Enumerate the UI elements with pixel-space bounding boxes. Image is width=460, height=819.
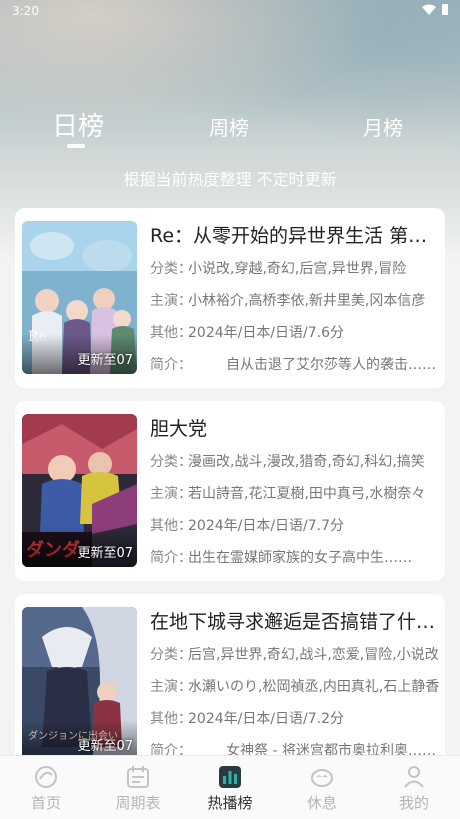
other-label: 其他： bbox=[150, 518, 192, 534]
anime-card[interactable]: ダンジョンに出会い 更新至07 在地下城寻求邂逅是否搞错了什么 第五季 分类： … bbox=[15, 594, 445, 774]
category-value: 漫画改,战斗,漫改,猎奇,奇幻,科幻,搞笑 bbox=[188, 454, 425, 470]
other-row: 其他： 2024年/日本/日语/7.7分 bbox=[150, 513, 440, 539]
intro-label: 简介： bbox=[150, 357, 192, 373]
ranking-tabs: 日榜 周榜 月榜 bbox=[0, 104, 460, 154]
cast-value: 水瀬いのり,松岡禎丞,内田真礼,石上静香 bbox=[188, 679, 440, 695]
calendar-icon bbox=[127, 766, 149, 788]
anime-title[interactable]: 胆大党 bbox=[150, 415, 440, 443]
poster-image[interactable]: ダンダ 更新至07 bbox=[22, 414, 137, 567]
anime-card[interactable]: Re 更新至07 Re：从零开始的异世界生活 第三季 分类： 小说改,穿越,奇幻… bbox=[15, 208, 445, 388]
anime-info: 胆大党 分类： 漫画改,战斗,漫改,猎奇,奇幻,科幻,搞笑 主演： 若山詩音,花… bbox=[150, 415, 440, 571]
intro-value: 出生在霊媒師家族的女子高中生…… bbox=[188, 550, 412, 566]
nav-schedule-label: 周期表 bbox=[115, 794, 161, 812]
cast-label: 主演： bbox=[150, 293, 192, 309]
bottom-nav: 首页 周期表 热播榜 休息 我的 bbox=[0, 755, 460, 819]
tab-monthly[interactable]: 月榜 bbox=[363, 112, 403, 141]
cast-label: 主演： bbox=[150, 486, 192, 502]
category-row: 分类： 小说改,穿越,奇幻,后宫,异世界,冒险 bbox=[150, 256, 440, 282]
poster-image[interactable]: ダンジョンに出会い 更新至07 bbox=[22, 607, 137, 760]
cast-row: 主演： 水瀬いのり,松岡禎丞,内田真礼,石上静香 bbox=[150, 674, 440, 700]
other-row: 其他： 2024年/日本/日语/7.6分 bbox=[150, 320, 440, 346]
status-bar: 3:20 bbox=[0, 0, 460, 22]
cast-row: 主演： 小林裕介,高桥李依,新井里美,冈本信彦 bbox=[150, 288, 440, 314]
category-value: 后宫,异世界,奇幻,战斗,恋爱,冒险,小说改 bbox=[188, 647, 439, 663]
intro-value: 自从击退了艾尔莎等人的袭击…… bbox=[226, 357, 436, 373]
cast-value: 若山詩音,花江夏樹,田中真弓,水樹奈々 bbox=[188, 486, 426, 502]
anime-title[interactable]: Re：从零开始的异世界生活 第三季 bbox=[150, 222, 440, 250]
nav-profile[interactable]: 我的 bbox=[368, 756, 460, 819]
nav-hot-label: 热播榜 bbox=[207, 794, 253, 812]
intro-row: 简介： 出生在霊媒師家族的女子高中生…… bbox=[150, 545, 440, 571]
nav-home-label: 首页 bbox=[30, 794, 61, 812]
episode-badge: 更新至07 bbox=[77, 353, 133, 368]
poster-image[interactable]: Re 更新至07 bbox=[22, 221, 137, 374]
other-value: 2024年/日本/日语/7.2分 bbox=[188, 711, 345, 727]
tab-indicator bbox=[67, 144, 85, 148]
intro-label: 简介： bbox=[150, 550, 192, 566]
nav-rest[interactable]: 休息 bbox=[276, 756, 368, 819]
page-subtitle: 根据当前热度整理 不定时更新 bbox=[123, 170, 337, 189]
anime-info: Re：从零开始的异世界生活 第三季 分类： 小说改,穿越,奇幻,后宫,异世界,冒… bbox=[150, 222, 440, 378]
wifi-icon bbox=[422, 4, 436, 15]
episode-badge: 更新至07 bbox=[77, 546, 133, 561]
category-label: 分类： bbox=[150, 454, 192, 470]
other-label: 其他： bbox=[150, 711, 192, 727]
category-row: 分类： 后宫,异世界,奇幻,战斗,恋爱,冒险,小说改 bbox=[150, 642, 440, 668]
home-icon bbox=[35, 766, 57, 788]
category-value: 小说改,穿越,奇幻,后宫,异世界,冒险 bbox=[188, 261, 407, 277]
other-label: 其他： bbox=[150, 325, 192, 341]
category-label: 分类： bbox=[150, 261, 192, 277]
status-time: 3:20 bbox=[12, 4, 39, 18]
nav-hot[interactable]: 热播榜 bbox=[184, 756, 276, 819]
anime-card[interactable]: ダンダ 更新至07 胆大党 分类： 漫画改,战斗,漫改,猎奇,奇幻,科幻,搞笑 … bbox=[15, 401, 445, 581]
anime-title[interactable]: 在地下城寻求邂逅是否搞错了什么 第五季 bbox=[150, 608, 440, 636]
chart-icon bbox=[219, 766, 241, 788]
anime-info: 在地下城寻求邂逅是否搞错了什么 第五季 分类： 后宫,异世界,奇幻,战斗,恋爱,… bbox=[150, 608, 440, 764]
category-row: 分类： 漫画改,战斗,漫改,猎奇,奇幻,科幻,搞笑 bbox=[150, 449, 440, 475]
tab-daily[interactable]: 日榜 bbox=[52, 106, 104, 143]
other-value: 2024年/日本/日语/7.7分 bbox=[188, 518, 345, 534]
intro-row: 简介： 自从击退了艾尔莎等人的袭击…… bbox=[150, 352, 440, 378]
episode-badge: 更新至07 bbox=[77, 739, 133, 754]
rest-icon bbox=[311, 769, 333, 787]
category-label: 分类： bbox=[150, 647, 192, 663]
nav-rest-label: 休息 bbox=[306, 794, 337, 812]
cast-label: 主演： bbox=[150, 679, 192, 695]
nav-profile-label: 我的 bbox=[398, 794, 429, 812]
nav-schedule[interactable]: 周期表 bbox=[92, 756, 184, 819]
cast-row: 主演： 若山詩音,花江夏樹,田中真弓,水樹奈々 bbox=[150, 481, 440, 507]
profile-icon bbox=[404, 766, 424, 788]
other-row: 其他： 2024年/日本/日语/7.2分 bbox=[150, 706, 440, 732]
tab-weekly[interactable]: 周榜 bbox=[209, 112, 249, 141]
status-icons bbox=[422, 4, 448, 15]
cast-value: 小林裕介,高桥李依,新井里美,冈本信彦 bbox=[188, 293, 426, 309]
other-value: 2024年/日本/日语/7.6分 bbox=[188, 325, 345, 341]
nav-home[interactable]: 首页 bbox=[0, 756, 92, 819]
battery-icon bbox=[442, 4, 448, 15]
